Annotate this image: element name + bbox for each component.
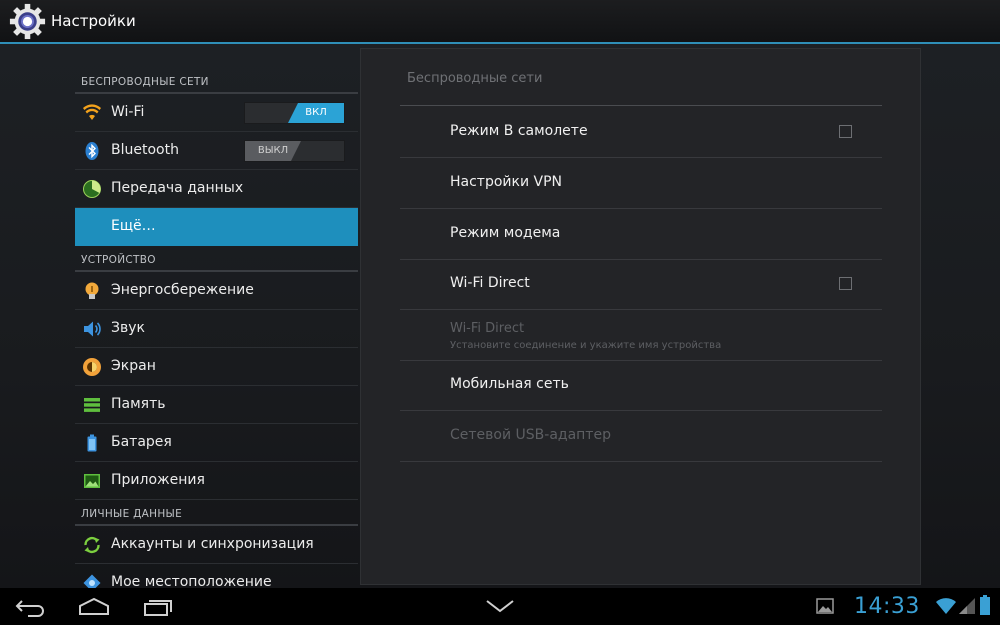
recent-apps-icon[interactable] bbox=[142, 597, 174, 617]
system-bar bbox=[0, 588, 1000, 625]
sidebar-item-display[interactable]: Экран bbox=[75, 348, 358, 386]
wifi-toggle[interactable]: ВКЛ bbox=[244, 102, 345, 124]
battery-status-icon bbox=[980, 595, 990, 615]
sidebar-item-label: Звук bbox=[111, 320, 145, 336]
sidebar-item-label: Передача данных bbox=[111, 180, 244, 196]
sidebar-item-label: Ещё… bbox=[111, 218, 156, 234]
status-clock: 14:33 bbox=[854, 594, 920, 619]
sidebar-item-location[interactable]: Мое местоположение bbox=[75, 564, 358, 588]
pref-vpn-settings[interactable]: Настройки VPN bbox=[400, 158, 882, 209]
sidebar-item-data-usage[interactable]: Передача данных bbox=[75, 170, 358, 208]
signal-icon bbox=[959, 598, 975, 614]
sync-icon bbox=[84, 536, 100, 554]
sidebar-item-accounts-sync[interactable]: Аккаунты и синхронизация bbox=[75, 526, 358, 564]
pref-wifi-direct[interactable]: Wi-Fi Direct bbox=[400, 259, 882, 310]
wifi-direct-checkbox[interactable] bbox=[839, 277, 852, 290]
sidebar-item-sound[interactable]: Звук bbox=[75, 310, 358, 348]
pref-wifi-direct-settings: Wi-Fi Direct Установите соединение и ука… bbox=[400, 310, 882, 361]
app-title: Настройки bbox=[51, 12, 136, 30]
display-icon bbox=[83, 358, 101, 376]
sidebar-item-wifi[interactable]: Wi-Fi ВКЛ bbox=[75, 94, 358, 132]
pref-title: Wi-Fi Direct bbox=[450, 321, 525, 336]
power-saving-icon bbox=[85, 282, 99, 299]
home-icon[interactable] bbox=[78, 596, 110, 616]
toggle-state-label: ВКЛ bbox=[288, 103, 344, 123]
sidebar-item-more[interactable]: Ещё… bbox=[75, 208, 358, 246]
settings-gear-icon[interactable] bbox=[9, 3, 46, 40]
sidebar-item-apps[interactable]: Приложения bbox=[75, 462, 358, 500]
sidebar-item-label: Память bbox=[111, 396, 166, 412]
settings-list: БЕСПРОВОДНЫЕ СЕТИ Wi-Fi ВКЛ Bluetooth ВЫ… bbox=[75, 44, 358, 588]
section-header-label: БЕСПРОВОДНЫЕ СЕТИ bbox=[81, 76, 209, 88]
pref-title: Режим В самолете bbox=[450, 123, 588, 139]
pref-airplane-mode[interactable]: Режим В самолете bbox=[400, 107, 882, 158]
pref-usb-tethering: Сетевой USB-адаптер bbox=[400, 411, 882, 462]
wifi-icon bbox=[83, 104, 101, 120]
action-bar: Настройки bbox=[0, 0, 1000, 44]
bluetooth-icon bbox=[85, 142, 99, 160]
section-header-device: УСТРОЙСТВО bbox=[75, 246, 358, 272]
section-header-label: ЛИЧНЫЕ ДАННЫЕ bbox=[81, 508, 183, 520]
battery-icon bbox=[87, 434, 97, 452]
sidebar-item-storage[interactable]: Память bbox=[75, 386, 358, 424]
pref-title: Wi-Fi Direct bbox=[450, 275, 530, 291]
detail-panel: Беспроводные сети Режим В самолете Настр… bbox=[360, 48, 921, 585]
back-icon[interactable] bbox=[14, 597, 48, 617]
location-icon bbox=[83, 574, 101, 588]
section-header-personal: ЛИЧНЫЕ ДАННЫЕ bbox=[75, 500, 358, 526]
sidebar-item-label: Экран bbox=[111, 358, 156, 374]
sidebar-item-bluetooth[interactable]: Bluetooth ВЫКЛ bbox=[75, 132, 358, 170]
sidebar-item-label: Приложения bbox=[111, 472, 205, 488]
sidebar-item-label: Энергосбережение bbox=[111, 282, 254, 298]
pref-tethering[interactable]: Режим модема bbox=[400, 209, 882, 260]
panel-title: Беспроводные сети bbox=[407, 71, 543, 86]
storage-icon bbox=[84, 398, 100, 412]
gallery-notification-icon[interactable] bbox=[816, 598, 834, 614]
sidebar-item-label: Батарея bbox=[111, 434, 172, 450]
sidebar-item-battery[interactable]: Батарея bbox=[75, 424, 358, 462]
sidebar-item-label: Wi-Fi bbox=[111, 104, 145, 120]
panel-title-divider bbox=[400, 105, 882, 106]
pref-title: Сетевой USB-адаптер bbox=[450, 427, 611, 443]
pref-title: Настройки VPN bbox=[450, 174, 563, 190]
toggle-state-label: ВЫКЛ bbox=[245, 141, 301, 161]
bluetooth-toggle[interactable]: ВЫКЛ bbox=[244, 140, 345, 162]
sidebar-item-label: Мое местоположение bbox=[111, 574, 272, 588]
pref-mobile-network[interactable]: Мобильная сеть bbox=[400, 360, 882, 411]
sound-icon bbox=[84, 321, 101, 337]
section-header-wireless: БЕСПРОВОДНЫЕ СЕТИ bbox=[75, 68, 358, 94]
pref-title: Режим модема bbox=[450, 225, 561, 241]
data-usage-icon bbox=[83, 180, 101, 198]
wifi-status-icon bbox=[936, 598, 956, 614]
hide-keyboard-icon[interactable] bbox=[484, 598, 516, 614]
airplane-mode-checkbox[interactable] bbox=[839, 125, 852, 138]
section-header-label: УСТРОЙСТВО bbox=[81, 254, 156, 266]
pref-summary: Установите соединение и укажите имя устр… bbox=[450, 340, 722, 351]
sidebar-item-power-saving[interactable]: Энергосбережение bbox=[75, 272, 358, 310]
apps-icon bbox=[84, 474, 100, 488]
sidebar-item-label: Bluetooth bbox=[111, 142, 179, 158]
pref-title: Мобильная сеть bbox=[450, 376, 569, 392]
sidebar-item-label: Аккаунты и синхронизация bbox=[111, 536, 314, 552]
